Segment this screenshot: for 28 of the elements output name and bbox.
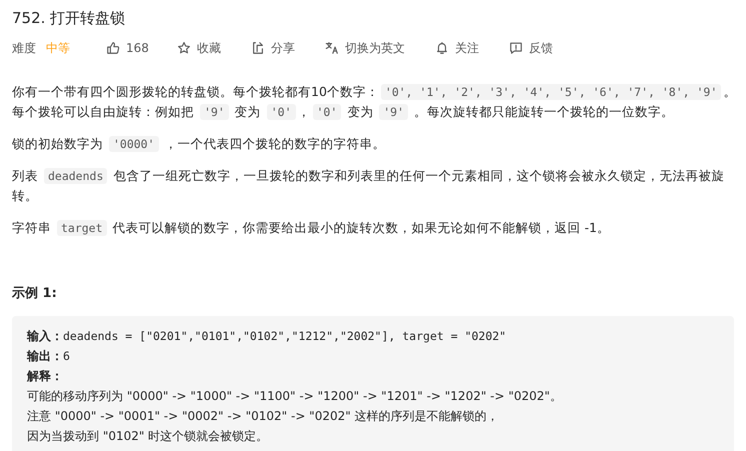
field-label: 输入： <box>27 328 63 344</box>
field-label: 解释： <box>27 368 63 384</box>
action-button[interactable]: 反馈 <box>508 39 553 57</box>
thumbs-up-icon <box>106 41 120 55</box>
paragraph: 列表 deadends 包含了一组死亡数字，一旦拨轮的数字和列表里的任何一个元素相同，这个锁将会被永久锁定，无法再被旋转。 <box>12 167 726 205</box>
problem-title: 752. 打开转盘锁 <box>12 8 126 28</box>
action-button[interactable]: 关注 <box>434 39 479 57</box>
paragraph: 锁的初始数字为 '0000' ，一个代表四个拨轮的数字的字符串。 <box>12 135 387 154</box>
action-button[interactable]: 切换为英文 <box>324 39 405 57</box>
bell-icon <box>434 41 449 55</box>
explanation-line: 因为当拨动到 "0102" 时这个锁就会被锁定。 <box>27 428 268 444</box>
explanation-line: 可能的移动序列为 "0000" -> "1000" -> "1100" -> "1200" -> "1201" -> "1202" -> "0202"。 <box>27 388 562 404</box>
paragraph: 字符串 target 代表可以解锁的数字，你需要给出最小的旋转次数，如果无论如何不能解锁，返回 -1。 <box>12 219 611 238</box>
feedback-icon <box>508 41 523 55</box>
field-value: 6 <box>63 348 70 364</box>
difficulty-value: 中等 <box>46 40 70 57</box>
explanation-line: 注意 "0000" -> "0001" -> "0002" -> "0102" -> "0202" 这样的序列是不能解锁的， <box>27 408 499 424</box>
field-value: deadends = ["0201","0101","0102","1212","2002"], target = "0202" <box>63 328 506 344</box>
difficulty-label: 难度 <box>12 40 36 57</box>
action-button[interactable]: 收藏 <box>176 39 221 57</box>
paragraph: 你有一个带有四个圆形拨轮的转盘锁。每个拨轮都有10个数字： '0', '1', '2', '3', '4', '5', '6', '7', '8', '9' 。每个拨轮可以自由旋转：例如把 '9' 变为 '0' ， '0' 变为 '9' 。每次旋转都只能旋转一个拨轮的一位数字。 <box>12 83 737 122</box>
share-icon <box>250 41 265 55</box>
translate-icon <box>324 41 339 55</box>
field-label: 输出： <box>27 348 63 364</box>
action-button[interactable]: 168 <box>106 39 149 57</box>
star-icon <box>176 41 191 55</box>
action-button[interactable]: 分享 <box>250 39 295 57</box>
example-heading: 示例 1: <box>12 285 58 303</box>
